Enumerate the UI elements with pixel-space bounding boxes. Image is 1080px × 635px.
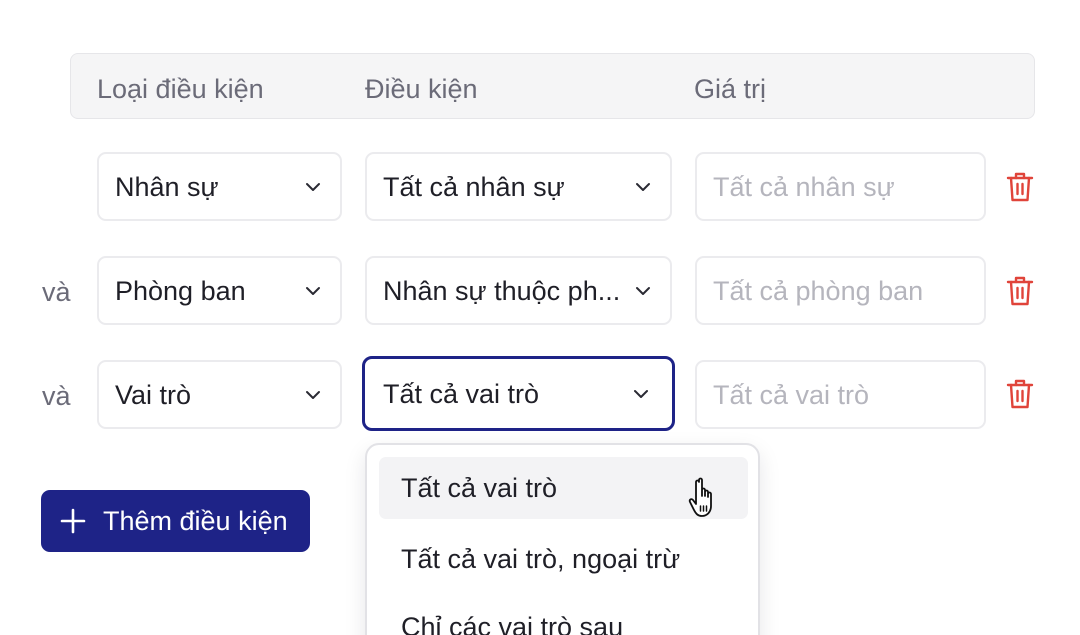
condition-type-value: Nhân sự	[115, 171, 219, 202]
conjunction-label-row-3: và	[42, 381, 71, 411]
chevron-down-icon	[632, 280, 654, 302]
value-input-row-2[interactable]: Tất cả phòng ban	[695, 256, 986, 325]
dropdown-option-label: Tất cả vai trò, ngoại trừ	[401, 544, 681, 574]
conditions-table-header: Loại điều kiện Điều kiện Giá trị	[70, 53, 1035, 119]
condition-type-select-row-3[interactable]: Vai trò	[97, 360, 342, 429]
header-condition-type: Loại điều kiện	[97, 74, 264, 104]
chevron-down-icon	[302, 280, 324, 302]
trash-icon[interactable]	[1005, 170, 1035, 204]
add-condition-button[interactable]: Thêm điều kiện	[41, 490, 310, 552]
condition-select-row-2[interactable]: Nhân sự thuộc ph...	[365, 256, 672, 325]
condition-value: Tất cả nhân sự	[383, 171, 565, 202]
value-placeholder: Tất cả nhân sự	[713, 171, 895, 202]
header-value: Giá trị	[694, 74, 767, 104]
condition-builder: Loại điều kiện Điều kiện Giá trị Nhân sự…	[0, 0, 1080, 635]
condition-value: Tất cả vai trò	[383, 378, 540, 409]
condition-value: Nhân sự thuộc ph...	[383, 275, 621, 306]
condition-dropdown-menu: Tất cả vai trò Tất cả vai trò, ngoại trừ…	[365, 443, 760, 635]
value-placeholder: Tất cả phòng ban	[713, 275, 924, 306]
condition-type-value: Phòng ban	[115, 275, 246, 306]
chevron-down-icon	[302, 176, 324, 198]
dropdown-option-label: Chỉ các vai trò sau	[401, 612, 624, 635]
dropdown-option[interactable]: Tất cả vai trò, ngoại trừ	[379, 528, 748, 590]
conjunction-label-row-2: và	[42, 277, 71, 307]
dropdown-option[interactable]: Chỉ các vai trò sau	[379, 596, 748, 635]
trash-icon[interactable]	[1005, 274, 1035, 308]
condition-select-row-1[interactable]: Tất cả nhân sự	[365, 152, 672, 221]
chevron-down-icon	[302, 384, 324, 406]
condition-type-select-row-1[interactable]: Nhân sự	[97, 152, 342, 221]
chevron-down-icon	[632, 176, 654, 198]
trash-icon[interactable]	[1005, 377, 1035, 411]
value-input-row-1[interactable]: Tất cả nhân sự	[695, 152, 986, 221]
condition-type-select-row-2[interactable]: Phòng ban	[97, 256, 342, 325]
value-input-row-3[interactable]: Tất cả vai trò	[695, 360, 986, 429]
hand-pointer-cursor-icon	[688, 476, 726, 520]
header-condition: Điều kiện	[365, 74, 478, 104]
chevron-down-icon	[630, 383, 652, 405]
condition-select-row-3[interactable]: Tất cả vai trò	[362, 356, 675, 431]
condition-type-value: Vai trò	[115, 379, 192, 410]
dropdown-option-label: Tất cả vai trò	[401, 473, 558, 503]
plus-icon	[59, 507, 87, 535]
value-placeholder: Tất cả vai trò	[713, 379, 870, 410]
add-condition-label: Thêm điều kiện	[103, 506, 288, 536]
